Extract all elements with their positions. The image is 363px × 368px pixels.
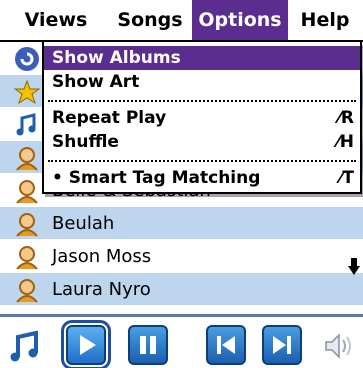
list-item[interactable]: Jason Moss (0, 240, 363, 273)
play-icon (80, 335, 96, 355)
previous-track-button[interactable] (206, 325, 246, 365)
menu-item-label: Show Albums (52, 48, 181, 68)
menu-bar: Views Songs Options Help (0, 0, 363, 42)
menu-item-shortcut: ⁄T (339, 168, 354, 188)
star-icon (14, 79, 40, 105)
menu-item-show-albums[interactable]: Show Albums (44, 46, 360, 70)
volume-icon[interactable] (322, 331, 356, 361)
list-item[interactable]: Laura Nyro (0, 273, 363, 306)
menu-item-smart-tag-matching[interactable]: • Smart Tag Matching ⁄T (44, 166, 360, 190)
menu-help[interactable]: Help (290, 0, 360, 40)
menu-views[interactable]: Views (6, 0, 106, 40)
music-note-icon[interactable] (8, 329, 42, 363)
artist-icon (16, 213, 38, 237)
menu-songs[interactable]: Songs (108, 0, 192, 40)
skip-back-icon (217, 336, 235, 354)
refresh-icon (15, 47, 39, 71)
next-track-button[interactable] (262, 325, 302, 365)
artist-icon (16, 147, 38, 171)
menu-item-label: Shuffle (52, 132, 119, 152)
skip-forward-icon (273, 336, 291, 354)
menu-item-shuffle[interactable]: Shuffle ⁄H (44, 130, 360, 154)
menu-options[interactable]: Options (192, 0, 288, 40)
artist-icon (16, 246, 38, 270)
scroll-down-arrow-icon[interactable] (348, 258, 360, 276)
menu-item-shortcut: ⁄H (336, 132, 354, 152)
menu-item-shortcut: ⁄R (338, 108, 354, 128)
menu-item-label: • Smart Tag Matching (52, 168, 261, 188)
options-menu: Show Albums Show Art Repeat Play ⁄R Shuf… (42, 42, 362, 194)
pause-icon (140, 336, 156, 354)
play-button[interactable] (61, 320, 111, 368)
menu-item-repeat-play[interactable]: Repeat Play ⁄R (44, 106, 360, 130)
list-item-label: Laura Nyro (52, 279, 151, 300)
menu-separator (48, 160, 356, 162)
music-note-icon (16, 113, 36, 136)
list-item-label: Beulah (52, 213, 115, 234)
list-item-label: Jason Moss (52, 246, 152, 267)
menu-item-label: Repeat Play (52, 108, 167, 128)
pause-button[interactable] (128, 325, 168, 365)
menu-item-label: Show Art (52, 72, 140, 92)
artist-icon (16, 279, 38, 303)
playback-toolbar (0, 314, 363, 368)
menu-separator (48, 100, 356, 102)
artist-icon (16, 180, 38, 204)
list-item[interactable]: Beulah (0, 207, 363, 240)
menu-item-show-art[interactable]: Show Art (44, 70, 360, 94)
